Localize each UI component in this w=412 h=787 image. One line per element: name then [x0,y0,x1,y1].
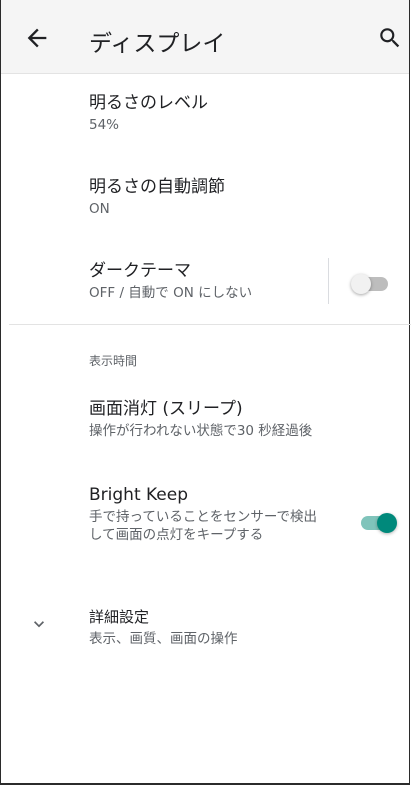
auto-brightness-value: ON [89,201,110,217]
dark-theme-item[interactable]: ダークテーマ OFF / 自動で ON にしない [89,260,252,302]
settings-screen: ディスプレイ 明るさのレベル 54% 明るさの自動調節 ON ダークテーマ OF… [0,0,411,785]
advanced-settings-item[interactable]: 詳細設定 表示、画質、画面の操作 [89,606,238,648]
dark-theme-switch[interactable] [351,274,389,294]
auto-brightness-title: 明るさの自動調節 [89,177,225,197]
search-icon[interactable] [377,25,403,51]
bright-keep-summary: 手で持っていることをセンサーで検出して画面の点灯をキープする [89,509,318,543]
section-divider [9,324,411,325]
switch-thumb [377,513,397,533]
advanced-settings-title: 詳細設定 [89,608,150,626]
arrow-back-icon[interactable] [23,24,51,52]
dark-theme-summary: OFF / 自動で ON にしない [89,285,253,301]
brightness-level-value: 54% [89,117,120,133]
bright-keep-switch[interactable] [361,512,399,534]
app-bar: ディスプレイ [1,0,409,74]
chevron-down-icon[interactable] [29,614,49,634]
advanced-settings-summary: 表示、画質、画面の操作 [89,631,238,647]
sleep-item[interactable]: 画面消灯 (スリープ) 操作が行われない状態で30 秒経過後 [89,398,312,440]
page-title: ディスプレイ [89,31,226,57]
bright-keep-title: Bright Keep [89,485,189,505]
sleep-title: 画面消灯 (スリープ) [89,399,243,419]
dark-theme-title: ダークテーマ [89,261,191,281]
auto-brightness-item[interactable]: 明るさの自動調節 ON [89,176,225,218]
switch-thumb [351,274,371,294]
brightness-level-title: 明るさのレベル [89,93,208,113]
sleep-summary: 操作が行われない状態で30 秒経過後 [89,423,313,439]
section-header-display-time: 表示時間 [89,354,138,368]
bright-keep-item[interactable]: Bright Keep 手で持っていることをセンサーで検出して画面の点灯をキープ… [89,484,325,544]
brightness-level-item[interactable]: 明るさのレベル 54% [89,92,208,134]
dark-theme-divider [328,258,329,304]
